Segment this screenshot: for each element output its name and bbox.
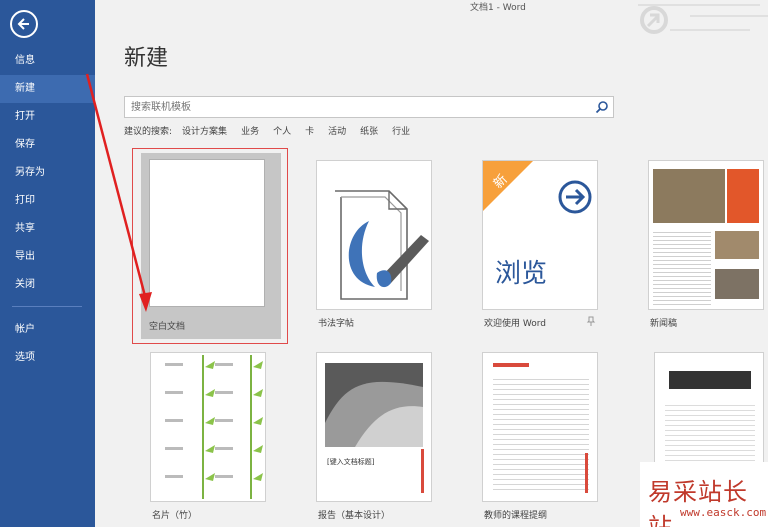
calligraphy-thumbnail	[316, 160, 432, 310]
template-teacher-syllabus[interactable]: 教师的课程提纲	[482, 352, 598, 522]
document-8-banner	[669, 371, 751, 389]
suggestion-events[interactable]: 活动	[328, 124, 346, 138]
arrow-right-circle-icon	[558, 180, 592, 214]
template-label: 教师的课程提纲	[484, 511, 548, 521]
report-accent-bar	[421, 449, 424, 493]
syllabus-accent-bar	[585, 453, 588, 493]
syllabus-text-lines	[493, 375, 589, 493]
report-title-placeholder: [键入文档标题]	[327, 458, 375, 466]
suggestion-personal[interactable]: 个人	[273, 124, 291, 138]
template-label: 书法字帖	[318, 319, 355, 329]
newsletter-text-lines	[653, 229, 711, 305]
welcome-thumbnail: 新 浏览	[482, 160, 598, 310]
template-report-basic[interactable]: [键入文档标题] 报告（基本设计）	[316, 352, 432, 522]
nav-print[interactable]: 打印	[0, 187, 95, 215]
newsletter-masthead	[727, 169, 759, 223]
nav-share[interactable]: 共享	[0, 215, 95, 243]
watermark-url: www.easck.com	[680, 506, 767, 519]
desert-photo-icon	[325, 363, 423, 447]
calligraphy-brush-icon	[335, 190, 429, 300]
report-thumbnail: [键入文档标题]	[316, 352, 432, 502]
suggestion-design-sets[interactable]: 设计方案集	[182, 124, 227, 138]
site-watermark: 易采站长站 www.easck.com	[640, 462, 768, 527]
nav-save[interactable]: 保存	[0, 131, 95, 159]
newsletter-thumbnail	[648, 160, 764, 310]
nav-info[interactable]: 信息	[0, 47, 95, 75]
nav-account[interactable]: 帐户	[0, 316, 95, 344]
nav-export[interactable]: 导出	[0, 243, 95, 271]
nav-new[interactable]: 新建	[0, 75, 95, 103]
template-label: 名片（竹）	[152, 511, 198, 521]
suggestion-industry[interactable]: 行业	[392, 124, 410, 138]
nav-close[interactable]: 关闭	[0, 271, 95, 299]
window-title: 文档1 - Word	[470, 3, 526, 13]
nav-divider	[12, 306, 82, 307]
back-arrow-icon	[17, 18, 29, 30]
browse-text: 浏览	[495, 259, 548, 289]
template-business-card-bamboo[interactable]: 名片（竹）	[150, 352, 266, 522]
template-blank-document[interactable]: 空白文档	[132, 148, 288, 344]
template-label: 新闻稿	[650, 319, 678, 329]
suggestion-cards[interactable]: 卡	[305, 124, 314, 138]
blank-page-thumbnail	[149, 159, 265, 307]
bamboo-cards-icon	[165, 355, 263, 499]
new-badge-icon	[483, 161, 533, 211]
suggestion-paper[interactable]: 纸张	[360, 124, 378, 138]
back-button[interactable]	[10, 10, 38, 38]
nav-save-as[interactable]: 另存为	[0, 159, 95, 187]
backstage-sidebar: 信息 新建 打开 保存 另存为 打印 共享 导出 关闭 帐户 选项	[0, 0, 95, 527]
syllabus-heading-bar	[493, 363, 529, 367]
template-welcome-to-word[interactable]: 新 浏览 欢迎使用 Word	[482, 160, 598, 330]
circuit-decoration-icon	[638, 4, 768, 34]
newsletter-photo-2	[715, 231, 759, 259]
blank-document-highlight: 空白文档	[141, 153, 281, 339]
suggestion-business[interactable]: 业务	[241, 124, 259, 138]
page-title: 新建	[124, 46, 169, 71]
template-search-box	[124, 96, 614, 118]
template-label: 空白文档	[149, 322, 186, 332]
newsletter-photo	[653, 169, 725, 223]
pin-icon[interactable]	[586, 316, 596, 326]
nav-options[interactable]: 选项	[0, 344, 95, 372]
suggested-searches: 建议的搜索: 设计方案集 业务 个人 卡 活动 纸张 行业	[124, 124, 424, 138]
newsletter-photo-3	[715, 269, 759, 299]
template-calligraphy[interactable]: 书法字帖	[316, 160, 432, 330]
template-label: 报告（基本设计）	[318, 511, 391, 521]
search-icon[interactable]	[595, 100, 609, 114]
nav-open[interactable]: 打开	[0, 103, 95, 131]
template-label: 欢迎使用 Word	[484, 319, 546, 329]
suggested-searches-label: 建议的搜索:	[124, 127, 173, 137]
template-newsletter[interactable]: 新闻稿	[648, 160, 764, 330]
template-search-input[interactable]	[125, 97, 591, 117]
business-card-thumbnail	[150, 352, 266, 502]
syllabus-thumbnail	[482, 352, 598, 502]
